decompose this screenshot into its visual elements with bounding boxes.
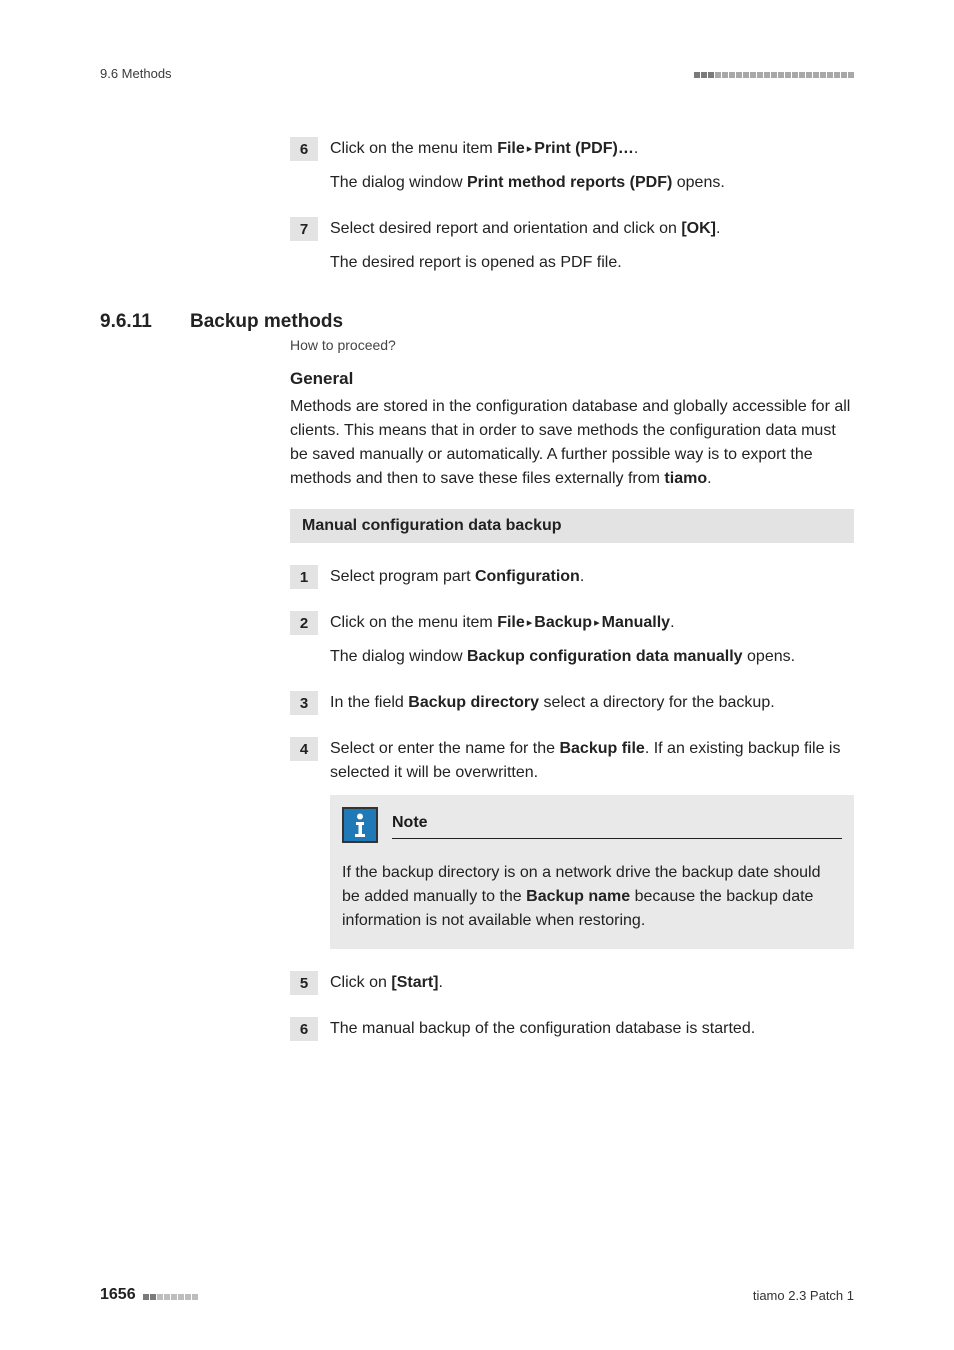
- text: Click on the menu item: [330, 140, 497, 157]
- step-number: 7: [290, 217, 318, 241]
- footer-dots: [142, 1288, 198, 1303]
- text: .: [716, 220, 720, 237]
- step-body: In the field Backup directory select a d…: [330, 691, 854, 715]
- menu-backup: Backup: [534, 614, 592, 631]
- step-body: Click on [Start].: [330, 971, 854, 995]
- text: Select desired report and orientation an…: [330, 220, 681, 237]
- text: Click on the menu item: [330, 614, 497, 631]
- step-body: Select program part Configuration.: [330, 565, 854, 589]
- step-number: 4: [290, 737, 318, 761]
- text: The desired report is opened as PDF file…: [330, 251, 854, 275]
- menu-file: File: [497, 614, 525, 631]
- how-to-proceed: How to proceed?: [290, 337, 854, 353]
- text: opens.: [672, 174, 724, 191]
- step-body: Click on the menu item File▸Print (PDF)……: [330, 137, 854, 195]
- dialog-name: Backup configuration data manually: [467, 648, 743, 665]
- text: Select program part: [330, 568, 475, 585]
- step-body: Select desired report and orientation an…: [330, 217, 854, 275]
- info-icon: [342, 807, 378, 843]
- general-paragraph: Methods are stored in the configuration …: [290, 395, 854, 491]
- text: .: [438, 974, 442, 991]
- general-heading: General: [290, 369, 854, 389]
- chevron-right-icon: ▸: [525, 615, 535, 632]
- note-box: Note If the backup directory is on a net…: [330, 795, 854, 949]
- field-backup-directory: Backup directory: [408, 694, 539, 711]
- page-number: 1656: [100, 1286, 136, 1304]
- instruction-bar: Manual configuration data backup: [290, 509, 854, 543]
- section-title: Backup methods: [190, 311, 343, 333]
- text: The manual backup of the configuration d…: [330, 1017, 854, 1041]
- chevron-right-icon: ▸: [592, 615, 602, 632]
- step-number: 1: [290, 565, 318, 589]
- menu-print-pdf: Print (PDF)…: [534, 140, 634, 157]
- product-name: tiamo: [664, 470, 707, 487]
- text: .: [670, 614, 674, 631]
- text: The dialog window: [330, 174, 467, 191]
- text: .: [707, 470, 711, 487]
- program-part: Configuration: [475, 568, 580, 585]
- step-body: Select or enter the name for the Backup …: [330, 737, 854, 949]
- field-backup-name: Backup name: [526, 888, 630, 905]
- step-number: 5: [290, 971, 318, 995]
- step-number: 3: [290, 691, 318, 715]
- step-body: Click on the menu item File▸Backup▸Manua…: [330, 611, 854, 669]
- step-number: 6: [290, 137, 318, 161]
- chevron-right-icon: ▸: [525, 141, 535, 158]
- menu-file: File: [497, 140, 525, 157]
- text: .: [580, 568, 584, 585]
- note-title: Note: [392, 811, 842, 839]
- text: Methods are stored in the configuration …: [290, 398, 850, 487]
- text: opens.: [743, 648, 795, 665]
- field-backup-file: Backup file: [559, 740, 644, 757]
- header-dots: [693, 66, 854, 81]
- header-left: 9.6 Methods: [100, 66, 172, 81]
- step-body: The manual backup of the configuration d…: [330, 1017, 854, 1041]
- step-number: 2: [290, 611, 318, 635]
- dialog-name: Print method reports (PDF): [467, 174, 672, 191]
- section-number: 9.6.11: [100, 311, 190, 333]
- text: The dialog window: [330, 648, 467, 665]
- ok-button-ref: [OK]: [681, 220, 716, 237]
- text: Select or enter the name for the: [330, 740, 559, 757]
- footer-product: tiamo 2.3 Patch 1: [753, 1288, 854, 1303]
- text: Click on: [330, 974, 391, 991]
- text: .: [634, 140, 638, 157]
- note-body: If the backup directory is on a network …: [342, 861, 842, 933]
- text: In the field: [330, 694, 408, 711]
- start-button-ref: [Start]: [391, 974, 438, 991]
- step-number: 6: [290, 1017, 318, 1041]
- menu-manually: Manually: [602, 614, 670, 631]
- text: select a directory for the backup.: [539, 694, 775, 711]
